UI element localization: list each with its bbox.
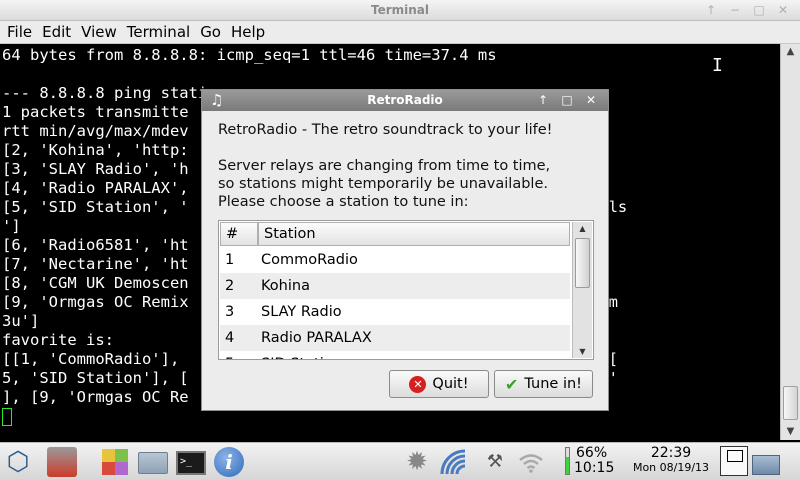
- menu-go[interactable]: Go: [195, 21, 226, 43]
- quit-button[interactable]: ✕ Quit!: [389, 370, 489, 398]
- scroll-down-arrow-icon[interactable]: ▼: [781, 424, 800, 440]
- start-menu-cube-icon[interactable]: ⬡: [3, 447, 33, 477]
- list-item[interactable]: 2 Kohina: [220, 273, 570, 299]
- column-header-number[interactable]: #: [220, 222, 258, 246]
- station-name: Radio PARALAX: [261, 330, 372, 346]
- battery-level-bar: [565, 447, 570, 475]
- list-item[interactable]: 5 SID Station: [220, 351, 570, 359]
- file-manager-folder-icon[interactable]: [138, 452, 168, 474]
- app-blocks-icon[interactable]: [100, 447, 130, 477]
- station-name: CommoRadio: [261, 252, 358, 268]
- dialog-notice-line2: so stations might temporarily be unavail…: [218, 176, 548, 192]
- checkmark-icon: ✔: [504, 374, 519, 394]
- dialog-close-button[interactable]: ✕: [580, 92, 602, 108]
- menu-view[interactable]: View: [76, 21, 122, 43]
- station-number: 5: [220, 351, 258, 359]
- terminal-window-buttons: ↑ − □ ✕: [700, 2, 794, 18]
- list-header: # Station: [220, 222, 570, 246]
- menu-file[interactable]: File: [2, 21, 37, 43]
- list-scrollbar[interactable]: ▲ ▼: [572, 222, 592, 358]
- show-desktop-icon[interactable]: [720, 446, 748, 476]
- station-name: SLAY Radio: [261, 304, 342, 320]
- station-number: 3: [225, 304, 235, 320]
- battery-percent[interactable]: 66%: [576, 445, 607, 461]
- minimize-button[interactable]: −: [724, 2, 746, 18]
- terminal-cursor: [2, 408, 12, 426]
- gear-icon[interactable]: ✹: [402, 447, 432, 477]
- clock-time[interactable]: 22:39: [631, 445, 711, 461]
- terminal-scrollbar[interactable]: ▲ ▼: [780, 44, 800, 440]
- dialog-titlebar[interactable]: ♫ RetroRadio ↑ □ ✕: [202, 90, 608, 111]
- dialog-notice-line3: Please choose a station to tune in:: [218, 194, 469, 210]
- list-scroll-down-icon[interactable]: ▼: [573, 345, 592, 358]
- tune-in-button[interactable]: ✔ Tune in!: [494, 370, 593, 398]
- wifi-icon[interactable]: [516, 447, 546, 477]
- list-scroll-up-icon[interactable]: ▲: [573, 222, 592, 235]
- menu-help[interactable]: Help: [226, 21, 270, 43]
- close-circle-icon: ✕: [409, 375, 427, 393]
- terminal-title: Terminal: [370, 3, 430, 17]
- station-number: 1: [225, 252, 235, 268]
- settings-tools-icon[interactable]: [47, 447, 77, 477]
- list-item[interactable]: 4 Radio PARALAX: [220, 325, 570, 351]
- dialog-maximize-button[interactable]: □: [556, 92, 578, 108]
- terminal-launcher-icon[interactable]: >_: [176, 451, 206, 475]
- dialog-tagline: RetroRadio - The retro soundtrack to you…: [218, 122, 553, 138]
- info-icon[interactable]: i: [214, 447, 244, 477]
- terminal-titlebar[interactable]: Terminal ↑ − □ ✕: [0, 0, 800, 21]
- battery-level-fill: [566, 456, 569, 474]
- network-tools-icon[interactable]: ⚒: [480, 447, 510, 477]
- list-item[interactable]: 3 SLAY Radio: [220, 299, 570, 325]
- maximize-button[interactable]: □: [748, 2, 770, 18]
- quit-label: Quit!: [432, 376, 469, 392]
- window-switcher-icon[interactable]: [752, 455, 780, 475]
- ibeam-cursor-icon: I: [712, 55, 723, 76]
- tune-in-label: Tune in!: [524, 376, 582, 392]
- dialog-notice-line1: Server relays are changing from time to …: [218, 158, 551, 174]
- signal-strength-icon[interactable]: [438, 447, 468, 477]
- menu-edit[interactable]: Edit: [37, 21, 76, 43]
- list-rows: 1 CommoRadio 2 Kohina 3 SLAY Radio 4 Rad…: [220, 247, 570, 359]
- station-name: SID Station: [258, 351, 342, 359]
- menu-terminal[interactable]: Terminal: [122, 21, 195, 43]
- terminal-menubar: File Edit View Terminal Go Help: [0, 21, 800, 44]
- keep-above-button[interactable]: ↑: [700, 2, 722, 18]
- retroradio-dialog: ♫ RetroRadio ↑ □ ✕ RetroRadio - The retr…: [201, 89, 609, 411]
- column-header-station[interactable]: Station: [258, 222, 570, 246]
- station-number: 2: [225, 278, 235, 294]
- station-list[interactable]: # Station 1 CommoRadio 2 Kohina 3 SLAY R…: [218, 220, 594, 360]
- battery-time-remaining[interactable]: 10:15: [574, 460, 614, 476]
- terminal-scroll-thumb[interactable]: [783, 386, 798, 420]
- dialog-keep-above-button[interactable]: ↑: [532, 92, 554, 108]
- station-number: 4: [225, 330, 235, 346]
- list-item[interactable]: 1 CommoRadio: [220, 247, 570, 273]
- list-scroll-thumb[interactable]: [575, 238, 590, 288]
- station-name: Kohina: [261, 278, 310, 294]
- dialog-window-buttons: ↑ □ ✕: [532, 92, 602, 108]
- scroll-up-arrow-icon[interactable]: ▲: [781, 44, 800, 60]
- close-button[interactable]: ✕: [772, 2, 794, 18]
- clock-date[interactable]: Mon 08/19/13: [627, 461, 715, 474]
